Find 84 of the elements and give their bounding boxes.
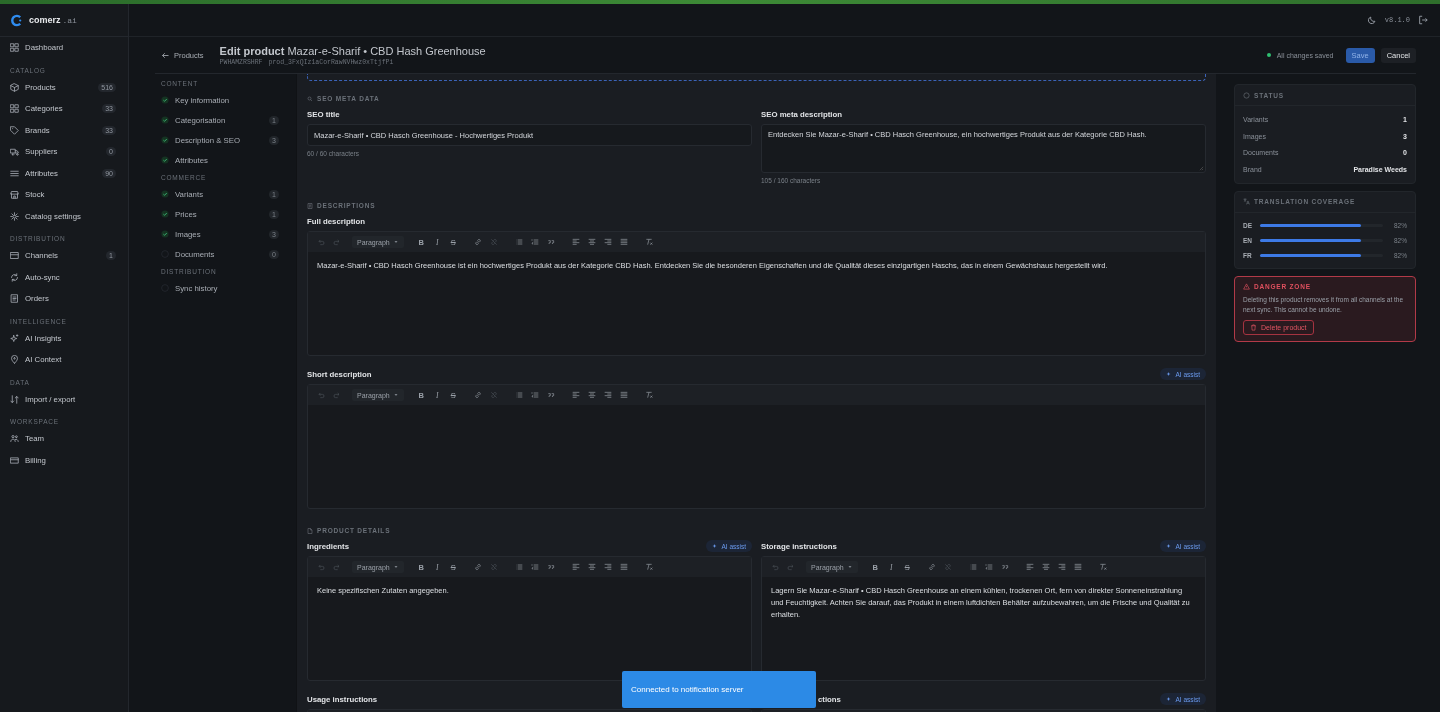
numbered-list-icon [531,391,540,399]
align-justify-icon [620,563,629,571]
undo-icon [316,563,325,571]
align-right-icon [604,391,613,399]
grid-icon [10,43,19,53]
align-left-icon [572,563,581,571]
card-icon [10,455,19,465]
unlink-icon [490,238,499,246]
arrows-icon [10,394,19,404]
circle-icon [1243,91,1250,99]
quote-icon [1001,563,1010,571]
link-icon [474,391,483,399]
align-center-icon [1042,563,1051,571]
align-right-icon [604,238,613,246]
unlink-icon [944,563,953,571]
clear-format-icon [645,391,654,399]
align-center-icon [588,391,597,399]
redo-icon [786,563,795,571]
pin-icon [10,355,19,365]
bullet-list-icon [969,563,978,571]
window-icon [10,251,19,261]
tag-icon [10,125,19,135]
sparkle-icon [10,333,19,343]
numbered-list-icon [531,563,540,571]
quote-icon [547,391,556,399]
resize-grip-icon [1199,166,1204,171]
cube-icon [10,82,19,92]
caret-icon [392,239,399,245]
align-left-icon [572,391,581,399]
notification-toast: Connected to notification server [622,671,816,708]
redo-icon [332,391,341,399]
caret-icon [392,392,399,398]
clear-format-icon [1099,563,1108,571]
numbered-list-icon [531,238,540,246]
align-center-icon [588,238,597,246]
align-left-icon [572,238,581,246]
arrow-left-icon [161,50,170,60]
undo-icon [316,391,325,399]
link-icon [928,563,937,571]
link-icon [474,238,483,246]
list-icon [10,168,19,178]
translate-icon [1243,198,1250,206]
align-right-icon [1058,563,1067,571]
sync-icon [10,272,19,282]
undo-icon [316,238,325,246]
document-icon [307,202,313,209]
caret-icon [392,564,399,570]
brand-name: comerz [29,15,61,25]
align-right-icon [604,563,613,571]
logout-icon[interactable] [1418,15,1428,25]
caret-icon [846,564,853,570]
rich-text-editor[interactable] [307,231,1206,356]
unlink-icon [490,563,499,571]
bullet-list-icon [515,238,524,246]
align-justify-icon [1074,563,1083,571]
redo-icon [332,563,341,571]
bullet-list-icon [515,391,524,399]
status-dot [1266,53,1271,57]
store-icon [10,190,19,200]
bullet-list-icon [515,563,524,571]
unlink-icon [490,391,499,399]
link-icon [474,563,483,571]
redo-icon [332,238,341,246]
quote-icon [547,563,556,571]
page-title: Edit product Mazar-e-Sharif • CBD Hash Greenhouse [219,44,486,57]
people-icon [10,434,19,444]
numbered-list-icon [985,563,994,571]
align-justify-icon [620,238,629,246]
quote-icon [547,238,556,246]
document-icon [10,294,19,304]
logo-icon [10,13,23,27]
align-center-icon [588,563,597,571]
grid-icon [10,104,19,114]
moon-icon[interactable] [1366,15,1377,25]
align-left-icon [1026,563,1035,571]
align-justify-icon [620,391,629,399]
search-icon [307,95,313,102]
warning-icon [1243,282,1250,290]
clear-format-icon [645,563,654,571]
clear-format-icon [645,238,654,246]
undo-icon [770,563,779,571]
file-icon [307,527,313,534]
brand-suffix: .ai [62,15,77,25]
rich-text-editor[interactable] [761,556,1206,681]
